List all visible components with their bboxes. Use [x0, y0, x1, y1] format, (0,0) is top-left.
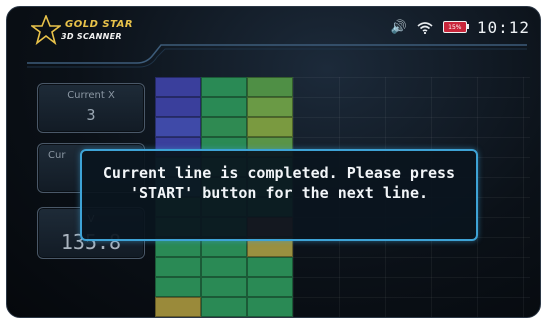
line-complete-dialog[interactable]: Current line is completed. Please press …: [80, 149, 478, 241]
grid-line: [155, 317, 530, 318]
device-screen: GOLD STAR 3D SCANNER 🔊 15% 10:12 Current…: [6, 6, 541, 318]
dialog-message: Current line is completed. Please press …: [102, 164, 456, 202]
